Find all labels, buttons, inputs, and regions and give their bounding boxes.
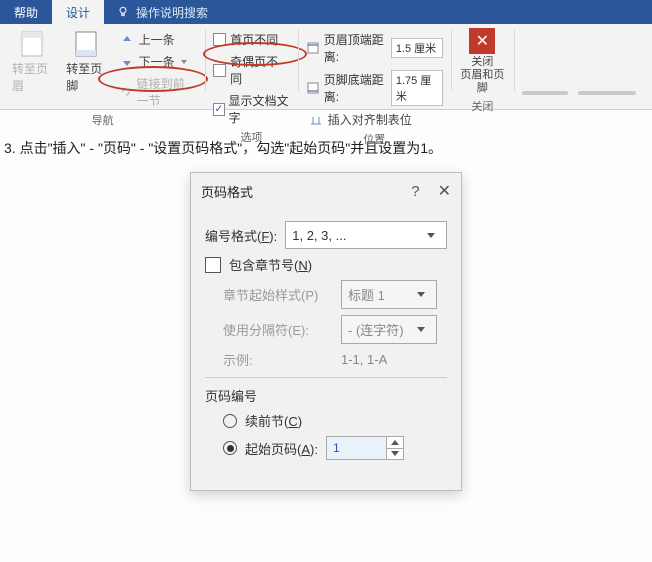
chapter-style-label: 章节起始样式(P) — [223, 285, 333, 304]
dialog-help-button[interactable]: ? — [411, 183, 419, 200]
close-header-footer-button[interactable]: ✕ 关闭 页眉和页脚 — [459, 28, 506, 96]
page-number-format-dialog: 页码格式 ? ✕ 编号格式(F): 1, 2, 3, ... 包含章节号(N) … — [190, 172, 462, 491]
footer-from-bottom-label: 页脚底端距离: — [324, 71, 387, 105]
insert-alignment-tab-button[interactable]: 插入对齐制表位 — [306, 110, 443, 129]
group-label-position: 位置 — [363, 129, 385, 147]
link-icon — [119, 84, 133, 100]
chevron-down-icon — [181, 60, 187, 64]
spinner-up-button[interactable] — [387, 437, 403, 449]
header-from-top-value[interactable]: 1.5 厘米 — [391, 38, 443, 58]
number-format-select[interactable]: 1, 2, 3, ... — [285, 221, 447, 249]
include-chapter-label: 包含章节号(N) — [229, 255, 312, 274]
start-at-value[interactable]: 1 — [327, 437, 387, 459]
group-label-close: 关闭 — [471, 96, 493, 114]
triangle-down-icon — [391, 451, 399, 456]
include-chapter-checkbox[interactable] — [205, 257, 221, 273]
odd-even-different-checkbox[interactable]: 奇偶页不同 — [213, 52, 290, 88]
chevron-down-icon — [412, 321, 430, 339]
lightbulb-icon — [116, 5, 130, 19]
first-page-different-label: 首页不同 — [230, 31, 278, 48]
close-label-line2: 页眉和页脚 — [459, 69, 506, 95]
spinner-down-button[interactable] — [387, 449, 403, 460]
dialog-title: 页码格式 — [201, 182, 253, 201]
goto-header-label: 转至页眉 — [12, 60, 52, 94]
start-at-spinner[interactable]: 1 — [326, 436, 404, 460]
number-format-value: 1, 2, 3, ... — [292, 228, 346, 243]
example-label: 示例: — [223, 350, 333, 369]
separator-select: - (连字符) — [341, 315, 437, 344]
close-x-icon: ✕ — [469, 28, 495, 54]
page-footer-icon — [72, 30, 100, 58]
number-format-label: 编号格式(F): — [205, 226, 277, 245]
separator-value: - (连字符) — [348, 320, 404, 339]
example-value: 1-1, 1-A — [341, 352, 387, 367]
footer-from-bottom-value[interactable]: 1.75 厘米 — [391, 70, 443, 106]
arrow-up-icon — [119, 32, 135, 48]
separator-label: 使用分隔符(E): — [223, 320, 333, 339]
start-at-label: 起始页码(A): — [245, 439, 318, 458]
tell-me-search[interactable]: 操作说明搜索 — [104, 0, 220, 24]
header-from-top-label: 页眉顶端距离: — [324, 31, 387, 65]
chapter-style-select: 标题 1 — [341, 280, 437, 309]
previous-section-button[interactable]: 上一条 — [117, 30, 198, 49]
next-section-button[interactable]: 下一条 — [117, 52, 198, 71]
group-label-navigation: 导航 — [92, 110, 114, 128]
tab-design[interactable]: 设计 — [52, 0, 104, 24]
goto-footer-label: 转至页脚 — [66, 60, 106, 94]
goto-header-button[interactable]: 转至页眉 — [8, 28, 56, 96]
insert-alignment-tab-label: 插入对齐制表位 — [328, 111, 412, 128]
start-at-radio[interactable] — [223, 441, 237, 455]
group-label-options: 选项 — [240, 127, 262, 145]
first-page-different-checkbox[interactable]: 首页不同 — [213, 30, 290, 49]
tab-help[interactable]: 帮助 — [0, 0, 52, 24]
dialog-close-button[interactable]: ✕ — [438, 181, 451, 201]
continue-previous-label: 续前节(C) — [245, 411, 302, 430]
next-section-label: 下一条 — [139, 53, 175, 70]
tab-stop-icon — [308, 112, 324, 128]
previous-section-label: 上一条 — [139, 31, 175, 48]
chapter-style-value: 标题 1 — [348, 285, 385, 304]
show-document-text-label: 显示文档文字 — [229, 92, 290, 126]
checkbox-empty-icon — [213, 33, 226, 46]
link-to-previous-label: 链接到前一节 — [137, 75, 196, 109]
footer-from-bottom-field[interactable]: 页脚底端距离: 1.75 厘米 — [306, 69, 443, 107]
header-from-top-field[interactable]: 页眉顶端距离: 1.5 厘米 — [306, 30, 443, 66]
ruler-bottom-icon — [306, 80, 320, 96]
close-label-line1: 关闭 — [471, 56, 493, 69]
page-header-icon — [18, 30, 46, 58]
tell-me-label: 操作说明搜索 — [136, 4, 208, 21]
ruler-top-icon — [306, 40, 320, 56]
checkbox-checked-icon — [213, 103, 224, 116]
triangle-up-icon — [391, 440, 399, 445]
page-numbering-heading: 页码编号 — [205, 386, 257, 405]
goto-footer-button[interactable]: 转至页脚 — [62, 28, 110, 96]
continue-previous-radio[interactable] — [223, 414, 237, 428]
chevron-down-icon — [422, 226, 440, 244]
chevron-down-icon — [412, 286, 430, 304]
arrow-down-icon — [119, 54, 135, 70]
show-document-text-checkbox[interactable]: 显示文档文字 — [213, 91, 290, 127]
blurred-region — [522, 91, 644, 95]
link-to-previous-button[interactable]: 链接到前一节 — [117, 74, 198, 110]
divider — [205, 377, 447, 378]
checkbox-empty-icon — [213, 64, 226, 77]
odd-even-different-label: 奇偶页不同 — [230, 53, 290, 87]
